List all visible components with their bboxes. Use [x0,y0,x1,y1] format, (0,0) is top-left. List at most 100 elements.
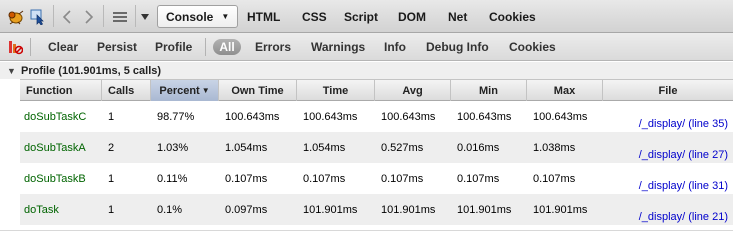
firebug-toolbar: Console ▼ HTML CSS Script DOM Net Cookie… [0,0,733,33]
time-value: 1.054ms [303,141,346,154]
persist-button[interactable]: Persist [97,33,137,61]
avg-value: 100.643ms [381,110,436,123]
file-link[interactable]: /_display/ (line 21) [633,194,728,225]
column-label: Calls [108,84,135,97]
column-label: Max [553,84,576,97]
own-time-value: 1.054ms [225,141,268,154]
tab-dom[interactable]: DOM [398,5,426,28]
own-time-value: 0.097ms [225,203,268,216]
avg-value: 101.901ms [381,203,436,216]
tab-css[interactable]: CSS [302,5,327,28]
column-label: Time [322,84,349,97]
column-header-calls[interactable]: Calls [102,80,151,101]
column-header-avg[interactable]: Avg [375,80,451,101]
console-filter-bar: Clear Persist Profile All Errors Warning… [0,33,733,61]
filter-info-label: Info [384,40,406,54]
own-time-value: 0.107ms [225,172,268,185]
filter-info-button[interactable]: Info [384,33,406,61]
column-header-time[interactable]: Time [297,80,375,101]
file-link[interactable]: /_display/ (line 31) [633,163,728,194]
percent-value: 1.03% [157,141,189,154]
filter-cookies-button[interactable]: Cookies [509,33,556,61]
percent-value: 98.77% [157,110,195,123]
filter-warnings-label: Warnings [311,40,366,54]
table-row: doSubTaskB 1 0.11% 0.107ms 0.107ms 0.107… [20,163,733,194]
list-menu-icon[interactable] [109,0,131,33]
expand-triangle-icon[interactable]: ▼ [7,66,17,76]
tab-console[interactable]: Console ▼ [157,5,239,28]
tab-label: CSS [302,9,327,24]
column-header-percent[interactable]: Percent ▼ [151,80,219,101]
caret-down-icon[interactable] [138,0,152,33]
function-name[interactable]: doTask [20,194,59,225]
tab-label: Script [344,9,379,24]
table-row: doSubTaskC 1 98.77% 100.643ms 100.643ms … [20,101,733,132]
persist-label: Persist [97,40,138,54]
filter-all-label: All [219,40,235,54]
column-header-function[interactable]: Function [20,80,102,101]
own-time-value: 100.643ms [225,110,280,123]
column-label: Avg [402,84,423,97]
filter-all-button[interactable]: All [213,39,241,55]
min-value: 0.107ms [457,172,500,185]
file-link[interactable]: /_display/ (line 35) [633,101,728,132]
function-name[interactable]: doSubTaskB [20,163,86,194]
time-value: 0.107ms [303,172,346,185]
min-value: 100.643ms [457,110,512,123]
caret-down-icon: ▼ [221,12,230,21]
filter-separator [30,38,31,56]
function-name[interactable]: doSubTaskC [20,101,86,132]
profile-table-header: Function Calls Percent ▼ Own Time Time Av… [20,79,733,101]
column-label: File [658,84,678,97]
calls-value: 1 [108,110,115,123]
tab-label: Net [448,9,468,24]
file-link[interactable]: /_display/ (line 27) [633,132,728,163]
time-value: 100.643ms [303,110,358,123]
inspect-cursor-icon[interactable] [28,0,48,33]
table-row: doTask 1 0.1% 0.097ms 101.901ms 101.901m… [20,194,733,225]
max-value: 1.038ms [533,141,576,154]
tab-label: HTML [247,9,281,24]
column-label: Percent [159,84,200,97]
percent-value: 0.1% [157,203,183,216]
tab-label: Cookies [489,9,536,24]
tab-cookies[interactable]: Cookies [489,5,536,28]
table-row: doSubTaskA 2 1.03% 1.054ms 1.054ms 0.527… [20,132,733,163]
column-label: Function [26,84,73,97]
filter-cookies-label: Cookies [509,40,556,54]
chevron-left-icon[interactable] [58,0,76,33]
firebug-icon[interactable] [4,0,26,33]
clear-label: Clear [48,40,79,54]
profile-button[interactable]: Profile [155,33,192,61]
max-value: 100.643ms [533,110,588,123]
column-header-max[interactable]: Max [527,80,603,101]
profile-table: Function Calls Percent ▼ Own Time Time Av… [20,79,733,225]
profile-group-header[interactable]: ▼ Profile (101.901ms, 5 calls) [0,62,733,79]
chevron-right-icon[interactable] [80,0,98,33]
function-name[interactable]: doSubTaskA [20,132,86,163]
filter-debug-info-label: Debug Info [426,40,489,54]
avg-value: 0.107ms [381,172,424,185]
table-bottom-border [0,230,733,231]
avg-value: 0.527ms [381,141,424,154]
clear-console-icon[interactable] [6,33,24,61]
column-label: Own Time [231,84,284,97]
filter-errors-label: Errors [255,40,292,54]
tab-net[interactable]: Net [448,5,467,28]
calls-value: 1 [108,203,115,216]
toolbar-separator [135,5,136,27]
column-header-own-time[interactable]: Own Time [219,80,297,101]
tab-script[interactable]: Script [344,5,378,28]
calls-value: 1 [108,172,115,185]
filter-warnings-button[interactable]: Warnings [311,33,365,61]
column-header-min[interactable]: Min [451,80,527,101]
min-value: 0.016ms [457,141,500,154]
tab-label: DOM [398,9,426,24]
filter-separator [205,38,206,56]
tab-html[interactable]: HTML [247,5,280,28]
column-header-file[interactable]: File [603,80,733,101]
filter-debug-info-button[interactable]: Debug Info [426,33,489,61]
clear-button[interactable]: Clear [48,33,78,61]
time-value: 101.901ms [303,203,358,216]
filter-errors-button[interactable]: Errors [255,33,291,61]
